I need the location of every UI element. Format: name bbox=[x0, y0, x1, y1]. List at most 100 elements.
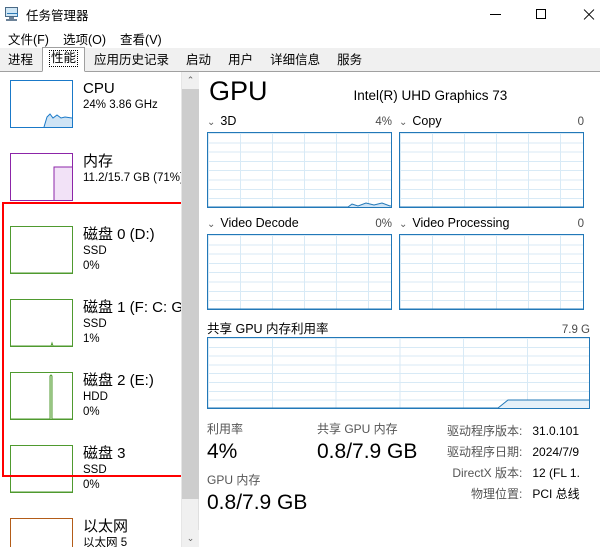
disk-0-name: 磁盘 0 (D:) bbox=[83, 226, 155, 243]
resource-list: CPU 24% 3.86 GHz 内存 11.2/15.7 GB (71%) 磁… bbox=[0, 72, 182, 547]
gpu-graph-row-1: ⌄ 3D 4% ⌄ Copy 0 bbox=[207, 114, 600, 208]
shared-gpu-memory-caption: 共享 GPU 内存利用率 7.9 G bbox=[207, 318, 590, 337]
sidebar-item-disk-3[interactable]: 磁盘 3 SSD 0% bbox=[0, 437, 182, 510]
disk-2-usage: 0% bbox=[83, 406, 100, 418]
disk-0-type: SSD bbox=[83, 245, 107, 257]
tab-users[interactable]: 用户 bbox=[220, 49, 261, 72]
cpu-mini-graph bbox=[10, 80, 73, 128]
ethernet-labels: 以太网 以太网 5 发送: 0 接收: 0 Kbp bbox=[83, 518, 181, 547]
utilization-label: 利用率 bbox=[207, 422, 244, 436]
gpu-engine-video-decode: ⌄ Video Decode 0% bbox=[207, 216, 399, 310]
gpu-engine-video-processing-caption[interactable]: ⌄ Video Processing 0 bbox=[399, 216, 584, 234]
driver-date-value: 2024/7/9 bbox=[532, 445, 580, 459]
title-bar: 任务管理器 bbox=[0, 0, 600, 28]
tab-app-history[interactable]: 应用历史记录 bbox=[86, 49, 177, 72]
gpu-memory-value: 0.8/7.9 GB bbox=[207, 491, 308, 514]
sidebar-item-ethernet[interactable]: 以太网 以太网 5 发送: 0 接收: 0 Kbp bbox=[0, 510, 182, 547]
resource-sidebar: CPU 24% 3.86 GHz 内存 11.2/15.7 GB (71%) 磁… bbox=[0, 72, 199, 547]
cpu-name: CPU bbox=[83, 80, 115, 97]
menu-item-view[interactable]: 查看(V) bbox=[114, 27, 170, 50]
disk-1-labels: 磁盘 1 (F: C: G: SSD 1% bbox=[83, 299, 182, 347]
gpu-engine-video-decode-caption[interactable]: ⌄ Video Decode 0% bbox=[207, 216, 392, 234]
physical-location-value: PCI 总线 bbox=[532, 487, 580, 501]
driver-version-label: 驱动程序版本: bbox=[447, 424, 523, 438]
disk-1-mini-graph bbox=[10, 299, 73, 347]
gpu-engine-video-decode-value: 0% bbox=[375, 218, 392, 230]
shared-gpu-memory-label: 共享 GPU 内存利用率 bbox=[207, 322, 329, 336]
shared-gpu-memory-section: 共享 GPU 内存利用率 7.9 G bbox=[207, 318, 600, 409]
shared-gpu-memory-graph bbox=[207, 337, 590, 409]
disk-2-labels: 磁盘 2 (E:) HDD 0% bbox=[83, 372, 154, 420]
disk-1-usage: 1% bbox=[83, 333, 100, 345]
scroll-up-button[interactable]: ⌃ bbox=[182, 72, 199, 89]
gpu-stats-column-1: 利用率 4% GPU 内存 0.8/7.9 GB bbox=[207, 421, 317, 523]
close-icon bbox=[582, 9, 593, 20]
ethernet-adapter: 以太网 5 bbox=[83, 537, 128, 547]
chevron-down-icon: ⌄ bbox=[399, 117, 408, 128]
gpu-engine-3d: ⌄ 3D 4% bbox=[207, 114, 399, 208]
physical-location-label: 物理位置: bbox=[471, 487, 523, 501]
sidebar-scrollbar[interactable]: ⌃ ⌄ bbox=[181, 72, 199, 547]
minimize-button[interactable] bbox=[472, 0, 518, 28]
performance-page: CPU 24% 3.86 GHz 内存 11.2/15.7 GB (71%) 磁… bbox=[0, 72, 600, 547]
memory-labels: 内存 11.2/15.7 GB (71%) bbox=[83, 153, 182, 186]
sidebar-item-disk-0[interactable]: 磁盘 0 (D:) SSD 0% bbox=[0, 218, 182, 291]
shared-memory-label: 共享 GPU 内存 bbox=[317, 422, 398, 436]
sidebar-item-memory[interactable]: 内存 11.2/15.7 GB (71%) bbox=[0, 145, 182, 218]
scroll-down-button[interactable]: ⌄ bbox=[182, 530, 199, 547]
shared-gpu-memory-max: 7.9 G bbox=[561, 324, 590, 336]
gpu-engine-copy-value: 0 bbox=[577, 116, 584, 128]
gpu-engine-3d-value: 4% bbox=[375, 116, 392, 128]
disk-0-usage: 0% bbox=[83, 260, 100, 272]
chevron-down-icon: ⌄ bbox=[399, 219, 408, 230]
gpu-engine-3d-caption[interactable]: ⌄ 3D 4% bbox=[207, 114, 392, 132]
shared-memory-value: 0.8/7.9 GB bbox=[317, 440, 418, 463]
scrollbar-thumb[interactable] bbox=[182, 89, 199, 499]
gpu-engine-video-processing-value: 0 bbox=[577, 218, 584, 230]
menu-bar: 文件(F) 选项(O) 查看(V) bbox=[0, 28, 600, 48]
close-button[interactable] bbox=[564, 0, 600, 28]
memory-name: 内存 bbox=[83, 153, 114, 170]
tab-processes[interactable]: 进程 bbox=[0, 49, 41, 72]
gpu-engine-video-processing: ⌄ Video Processing 0 bbox=[399, 216, 591, 310]
memory-mini-graph bbox=[10, 153, 73, 201]
disk-0-labels: 磁盘 0 (D:) SSD 0% bbox=[83, 226, 155, 274]
gpu-engine-copy-caption[interactable]: ⌄ Copy 0 bbox=[399, 114, 584, 132]
gpu-memory-label: GPU 内存 bbox=[207, 473, 261, 487]
tab-strip: 进程 性能 应用历史记录 启动 用户 详细信息 服务 bbox=[0, 47, 600, 72]
gpu-engine-copy-label: Copy bbox=[412, 114, 442, 128]
gpu-stats-column-2: 共享 GPU 内存 0.8/7.9 GB bbox=[317, 421, 447, 523]
sidebar-item-disk-1[interactable]: 磁盘 1 (F: C: G: SSD 1% bbox=[0, 291, 182, 364]
disk-2-type: HDD bbox=[83, 391, 108, 403]
sidebar-item-disk-2[interactable]: 磁盘 2 (E:) HDD 0% bbox=[0, 364, 182, 437]
directx-version-label: DirectX 版本: bbox=[452, 466, 523, 480]
gpu-engine-video-decode-graph bbox=[207, 234, 392, 310]
gpu-engine-video-decode-label: Video Decode bbox=[220, 216, 299, 230]
page-title: GPU bbox=[209, 76, 268, 106]
cpu-stats: 24% 3.86 GHz bbox=[83, 99, 158, 111]
disk-3-labels: 磁盘 3 SSD 0% bbox=[83, 445, 126, 493]
gpu-info-table: 驱动程序版本: 31.0.101 驱动程序日期: 2024/7/9 Direct… bbox=[447, 421, 580, 523]
window-title: 任务管理器 bbox=[26, 8, 89, 23]
chevron-down-icon: ⌄ bbox=[207, 117, 216, 128]
ethernet-mini-graph bbox=[10, 518, 73, 547]
disk-2-mini-graph bbox=[10, 372, 73, 420]
gpu-model-name: Intel(R) UHD Graphics 73 bbox=[353, 88, 508, 103]
gpu-stats: 利用率 4% GPU 内存 0.8/7.9 GB 共享 GPU 内存 0.8/7… bbox=[207, 421, 600, 523]
tab-performance[interactable]: 性能 bbox=[42, 47, 86, 72]
tab-details[interactable]: 详细信息 bbox=[262, 49, 328, 72]
gpu-engine-copy: ⌄ Copy 0 bbox=[399, 114, 591, 208]
driver-version-value: 31.0.101 bbox=[532, 424, 580, 438]
gpu-engine-copy-graph bbox=[399, 132, 584, 208]
gpu-header: GPU Intel(R) UHD Graphics 73 bbox=[207, 72, 600, 114]
maximize-icon bbox=[536, 9, 546, 19]
tab-services[interactable]: 服务 bbox=[329, 49, 370, 72]
maximize-button[interactable] bbox=[518, 0, 564, 28]
gpu-detail-pane: GPU Intel(R) UHD Graphics 73 ⌄ 3D 4% ⌄ C… bbox=[199, 72, 600, 547]
gpu-engine-3d-graph bbox=[207, 132, 392, 208]
task-manager-icon bbox=[4, 6, 20, 22]
sidebar-item-cpu[interactable]: CPU 24% 3.86 GHz bbox=[0, 72, 182, 145]
tab-startup[interactable]: 启动 bbox=[178, 49, 219, 72]
ethernet-name: 以太网 bbox=[83, 518, 129, 535]
disk-1-name: 磁盘 1 (F: C: G: bbox=[83, 299, 182, 316]
